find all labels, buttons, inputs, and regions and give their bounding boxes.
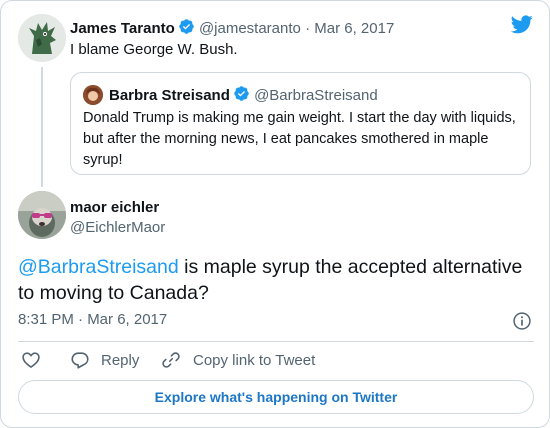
explore-twitter-button[interactable]: Explore what's happening on Twitter (18, 380, 534, 414)
thread-connector-line (41, 67, 43, 187)
parent-author-name[interactable]: James Taranto (70, 20, 175, 37)
copy-link-button[interactable]: Copy link to Tweet (161, 348, 315, 372)
verified-badge-icon (234, 86, 249, 101)
mention-link[interactable]: @BarbraStreisand (18, 256, 179, 278)
link-icon (162, 352, 180, 368)
reply-label: Reply (101, 351, 140, 369)
heart-icon (22, 352, 40, 368)
quoted-author-avatar (83, 85, 103, 105)
main-author-handle[interactable]: @EichlerMaor (70, 219, 165, 236)
quoted-tweet-text: Donald Trump is making me gain weight. I… (83, 110, 516, 168)
main-author-name[interactable]: maor eichler (70, 199, 159, 216)
main-tweet-text: @BarbraStreisand is maple syrup the acce… (18, 254, 528, 306)
actions-divider (18, 341, 534, 342)
parent-author-handle[interactable]: @jamestaranto (199, 20, 301, 37)
parent-tweet-date[interactable]: Mar 6, 2017 (314, 20, 394, 37)
twitter-bird-icon[interactable] (511, 15, 533, 34)
embedded-tweet-card: James Taranto @jamestaranto · Mar 6, 201… (0, 0, 550, 428)
quoted-tweet[interactable]: Barbra Streisand @BarbraStreisand Donald… (70, 72, 531, 175)
like-button[interactable] (21, 348, 41, 372)
info-icon[interactable] (512, 311, 532, 331)
parent-author-avatar[interactable] (18, 14, 66, 62)
quoted-tweet-header: Barbra Streisand @BarbraStreisand (109, 85, 378, 104)
quoted-author-handle: @BarbraStreisand (254, 87, 378, 104)
copy-link-label: Copy link to Tweet (193, 351, 316, 369)
main-author-avatar[interactable] (18, 191, 66, 239)
quoted-author-name: Barbra Streisand (109, 87, 230, 104)
parent-tweet-header: James Taranto @jamestaranto · Mar 6, 201… (70, 18, 394, 37)
header-separator: · (305, 20, 311, 37)
reply-icon (71, 352, 89, 369)
verified-badge-icon (179, 19, 194, 34)
tweet-timestamp[interactable]: 8:31 PM · Mar 6, 2017 (18, 311, 167, 328)
parent-tweet-text: I blame George W. Bush. (70, 41, 238, 58)
reply-button[interactable]: Reply (70, 348, 139, 372)
